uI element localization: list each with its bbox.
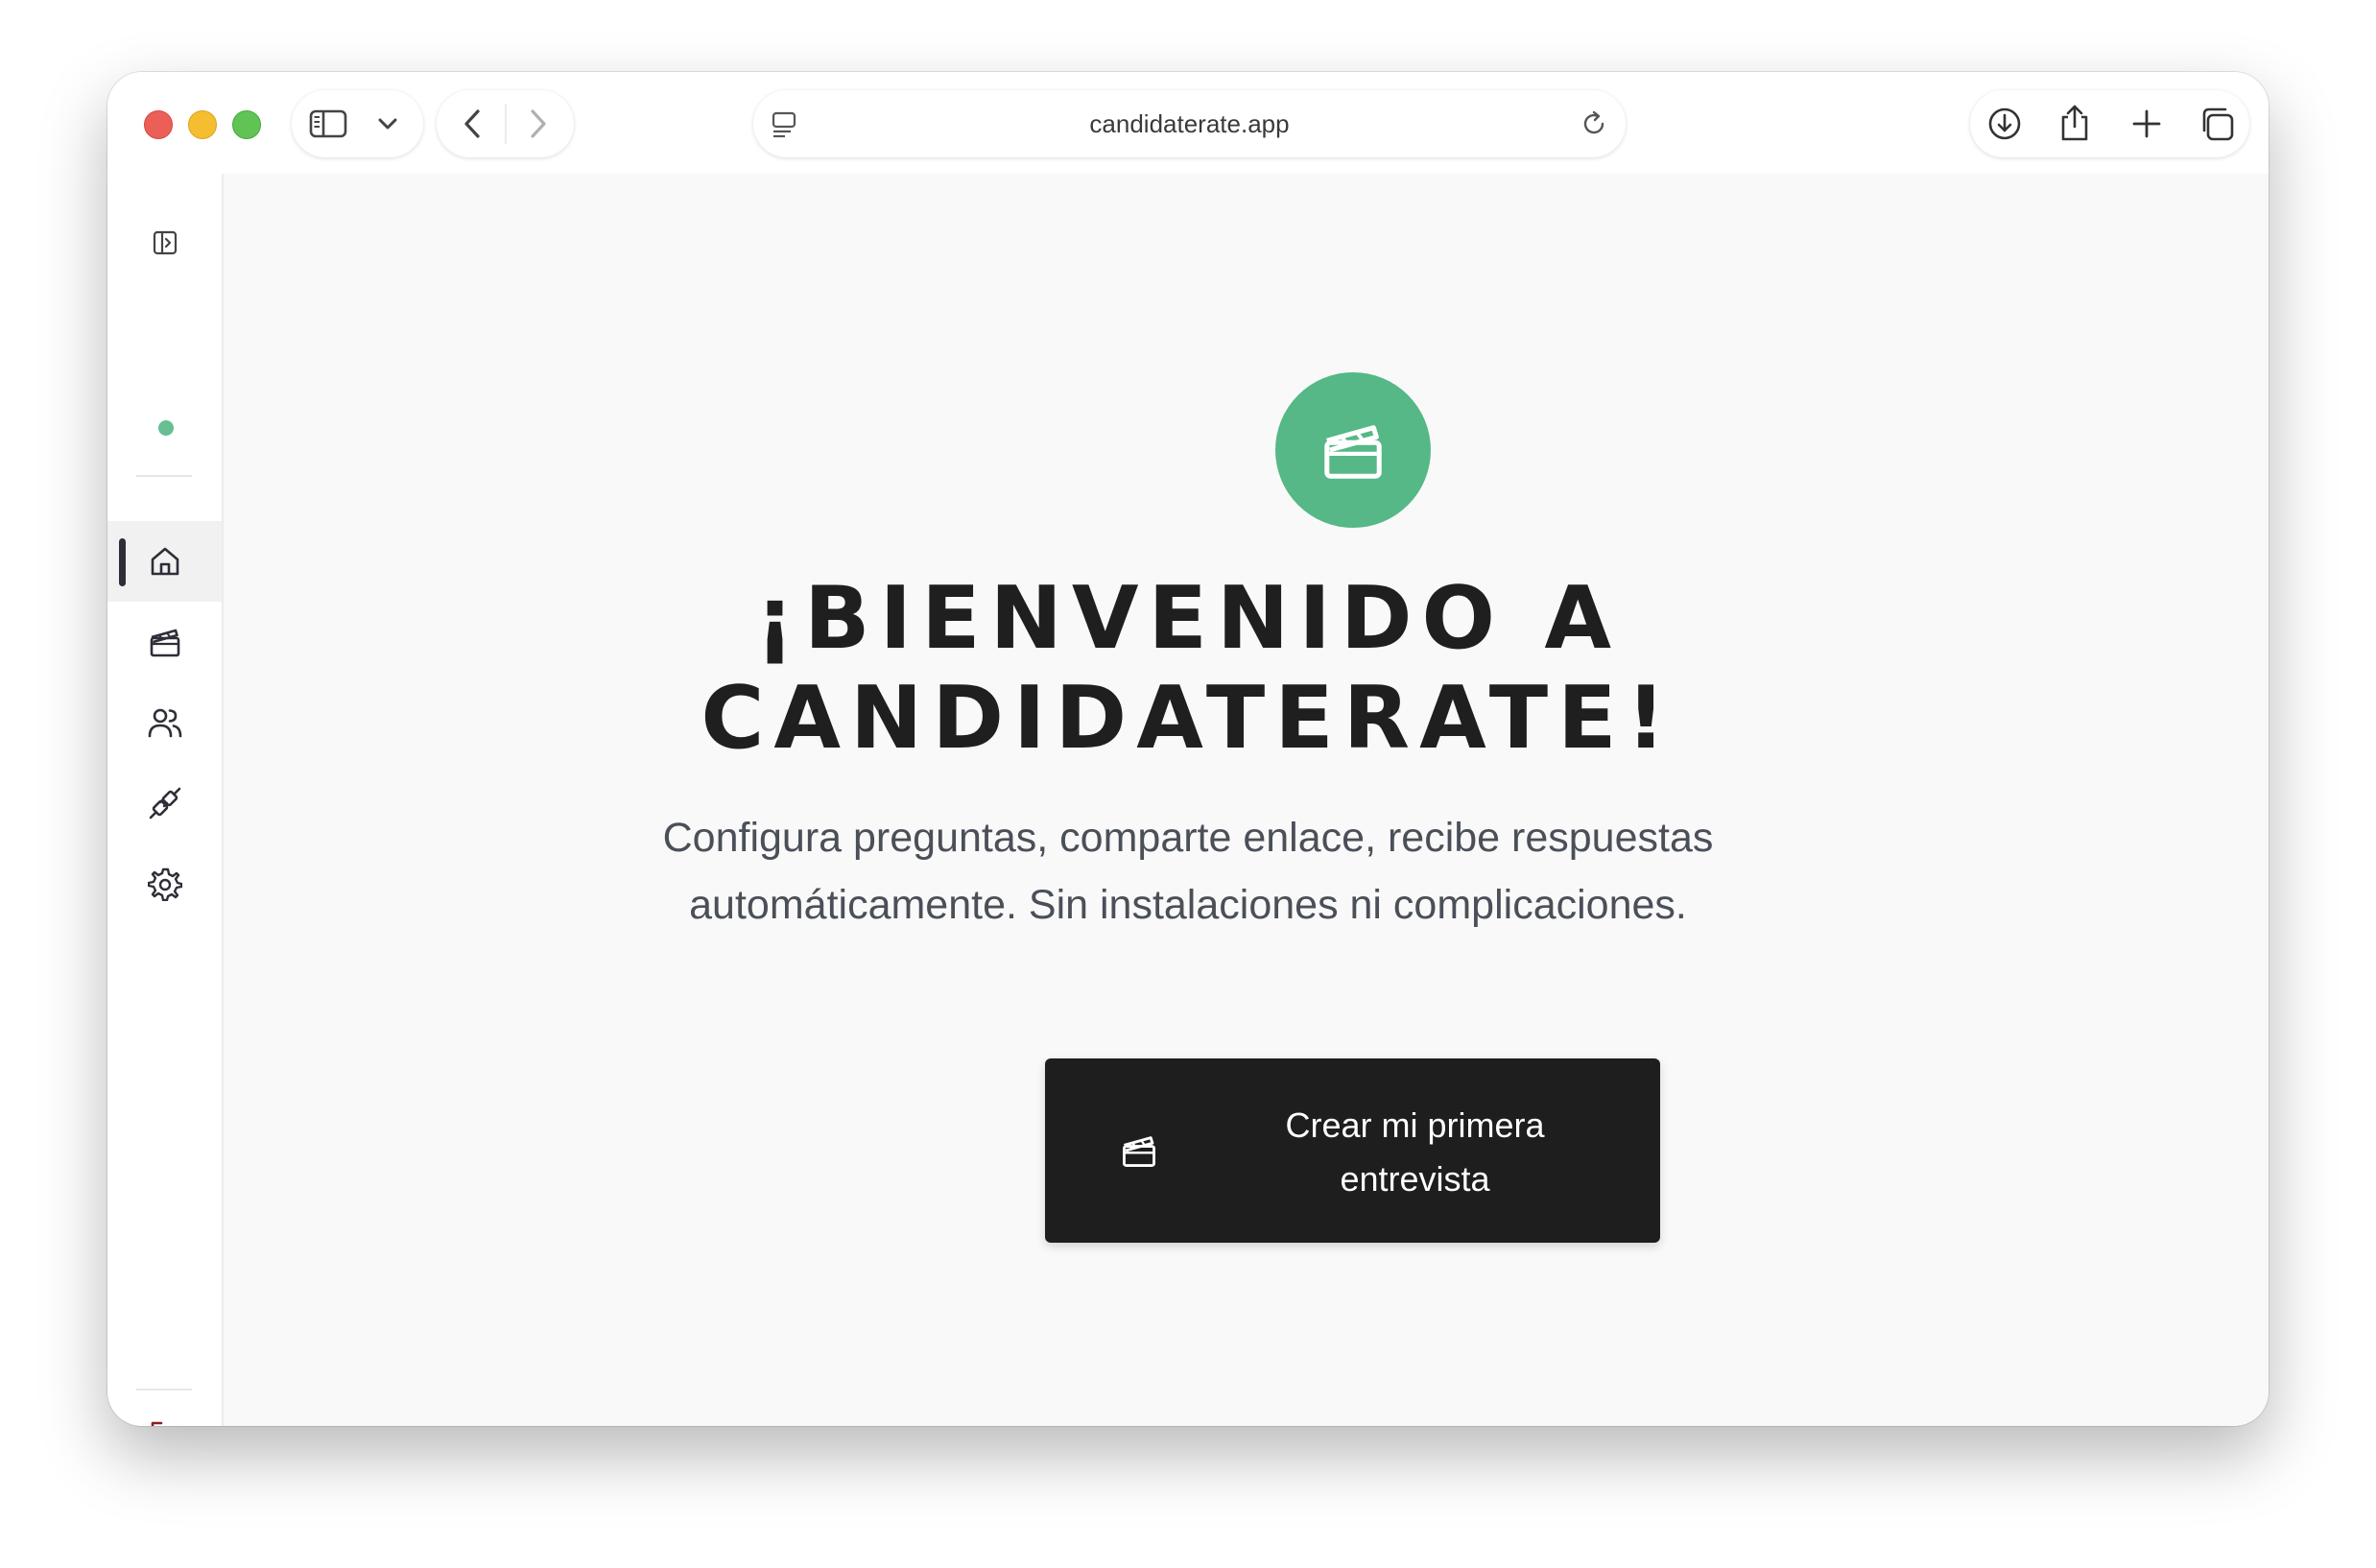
download-icon[interactable] (1987, 107, 2022, 141)
page-title: ¡BIENVENIDO A CANDIDATERATE! (107, 569, 2269, 769)
new-tab-plus-icon[interactable] (2131, 108, 2162, 139)
page-subtitle-line-2: automáticamente. Sin instalaciones ni co… (689, 882, 1687, 928)
create-first-interview-button[interactable]: Crear mi primera entrevista (1045, 1058, 1660, 1243)
clapperboard-icon (1324, 425, 1382, 479)
back-arrow-icon[interactable] (461, 107, 486, 140)
page-title-line-2: CANDIDATERATE! (701, 668, 1675, 769)
status-indicator-dot (158, 420, 174, 436)
reload-icon[interactable] (1580, 109, 1608, 138)
chevron-down-icon[interactable] (376, 114, 399, 133)
button-clapperboard-icon (1120, 1131, 1158, 1175)
url-text: candidaterate.app (1089, 108, 1290, 138)
toolbar-actions-group (1970, 90, 2249, 157)
sidebar-divider-bottom (136, 1389, 192, 1390)
main-content: ¡BIENVENIDO A CANDIDATERATE! Configura p… (224, 174, 2269, 1426)
nav-divider (505, 104, 507, 144)
page-title-line-1: ¡BIENVENIDO A (754, 568, 1622, 669)
logout-icon (151, 1421, 162, 1426)
browser-window: candidaterate.app ¡BIENVENIDO A CANDIDAT… (107, 72, 2269, 1426)
sidebar-toggle-icon[interactable] (309, 109, 347, 138)
sidebar-divider-top (136, 475, 192, 477)
forward-arrow-icon[interactable] (525, 107, 550, 140)
zoom-window-button[interactable] (232, 110, 261, 139)
create-first-interview-label: Crear mi primera entrevista (1179, 1099, 1651, 1206)
browser-toolbar: candidaterate.app (107, 72, 2269, 174)
close-window-button[interactable] (144, 110, 173, 139)
address-bar[interactable]: candidaterate.app (753, 90, 1626, 157)
collapse-sidebar-button[interactable] (107, 202, 222, 283)
tab-overview-icon[interactable] (2198, 106, 2235, 142)
logout-button[interactable] (107, 1402, 222, 1426)
hero-badge (1275, 372, 1431, 528)
navigation-group (437, 90, 574, 157)
cta-line-1: Crear mi primera (1285, 1105, 1545, 1145)
page-subtitle: Configura preguntas, comparte enlace, re… (107, 804, 2269, 938)
share-icon[interactable] (2058, 104, 2091, 142)
cta-line-2: entrevista (1340, 1159, 1490, 1199)
minimize-window-button[interactable] (188, 110, 217, 139)
app-sidebar (107, 174, 224, 1426)
sidebar-toggle-group (292, 90, 423, 157)
page-subtitle-line-1: Configura preguntas, comparte enlace, re… (662, 815, 1714, 861)
collapse-sidebar-icon (153, 230, 177, 255)
